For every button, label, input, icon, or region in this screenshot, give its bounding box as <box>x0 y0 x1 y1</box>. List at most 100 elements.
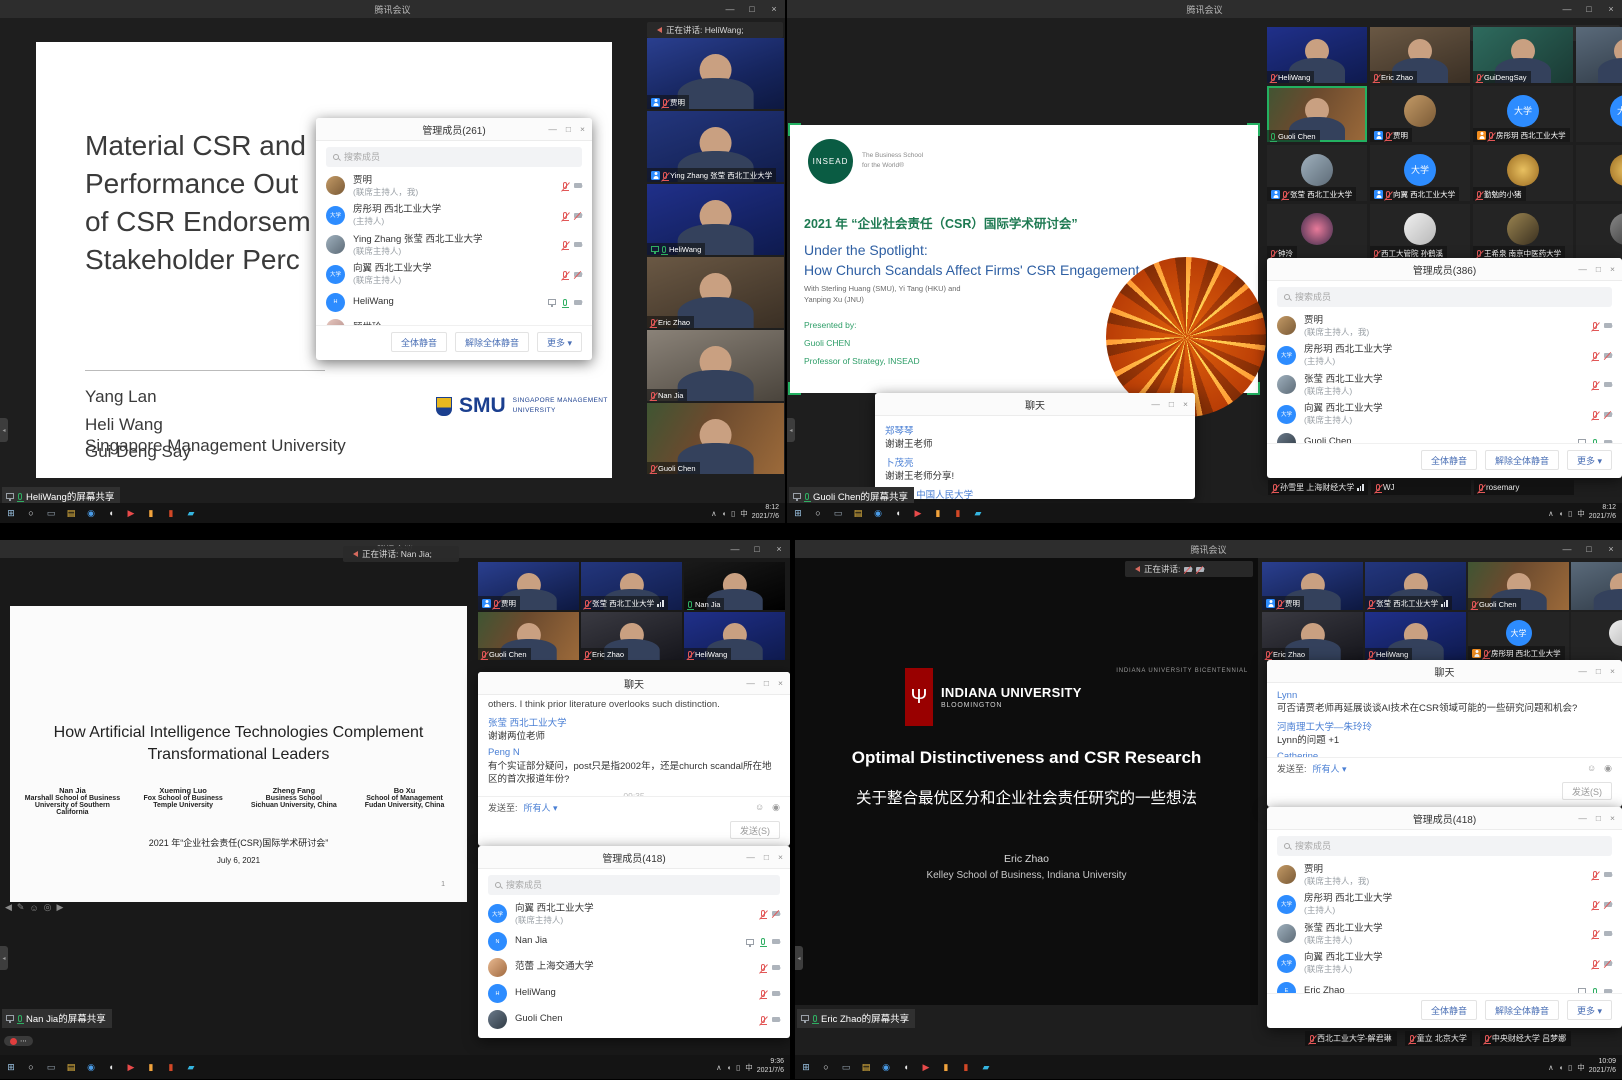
search-icon[interactable]: ○ <box>810 506 826 521</box>
video-tile[interactable]: Eric Zhao <box>581 612 682 660</box>
tray-expand-icon[interactable]: ∧ <box>1548 1063 1554 1072</box>
qq-icon[interactable]: ◖ <box>898 1060 914 1075</box>
chat-messages[interactable]: 郑琴琴 谢谢王老师 卜茂亮 谢谢王老师分享! 王汝曦 中国人民大学 谢谢王老师！ <box>875 416 1195 499</box>
powerpoint-icon[interactable]: ▮ <box>163 506 179 521</box>
camera-icon[interactable] <box>1604 989 1612 993</box>
browser-icon[interactable]: ◉ <box>83 1060 99 1075</box>
camera-off-icon[interactable] <box>1604 353 1612 358</box>
search-input[interactable] <box>1295 292 1605 302</box>
video-tile-label[interactable]: 西北工业大学-解君琳 <box>1305 1031 1397 1046</box>
mic-on-icon[interactable] <box>563 299 567 306</box>
unmute-all-button[interactable]: 解除全体静音 <box>1485 450 1559 470</box>
member-row[interactable]: H HeliWang <box>478 981 790 1007</box>
mic-off-icon[interactable] <box>1593 871 1597 878</box>
maximize-icon[interactable]: □ <box>764 852 769 862</box>
emoji-icon[interactable]: ☺ <box>1587 763 1596 774</box>
unmute-all-button[interactable]: 解除全体静音 <box>455 332 529 352</box>
task-view-icon[interactable]: ▭ <box>43 1060 59 1075</box>
video-tile[interactable]: 贾明 <box>1370 86 1470 142</box>
video-tile[interactable]: HeliWang <box>1365 612 1466 660</box>
sidebar-handle[interactable]: ◂ <box>795 946 803 970</box>
member-row[interactable]: 贾明 (联席主持人，我) <box>1267 311 1622 341</box>
member-row[interactable]: H HeliWang <box>316 289 592 315</box>
mic-off-icon[interactable] <box>761 990 765 997</box>
video-tile[interactable]: 张莹 西北工业大学 <box>1365 562 1466 610</box>
send-to-dropdown[interactable]: 所有人 ▾ <box>1313 762 1347 775</box>
display-icon[interactable]: ▯ <box>1568 1063 1572 1072</box>
notes-icon[interactable]: ▮ <box>930 506 946 521</box>
camera-icon[interactable] <box>1604 931 1612 936</box>
file-explorer-icon[interactable]: ▤ <box>858 1060 874 1075</box>
start-icon[interactable]: ⊞ <box>3 506 19 521</box>
media-player-icon[interactable]: ▶ <box>918 1060 934 1075</box>
member-row[interactable]: Guoli Chen <box>1267 429 1622 443</box>
member-row[interactable]: 贾明 (联席主持人，我) <box>1267 860 1622 890</box>
camera-off-icon[interactable] <box>1604 961 1612 966</box>
browser-icon[interactable]: ◉ <box>878 1060 894 1075</box>
minimize-icon[interactable]: — <box>1578 813 1587 823</box>
camera-icon[interactable] <box>772 939 780 944</box>
camera-icon[interactable] <box>1604 872 1612 877</box>
video-tile[interactable]: HeliWang <box>647 184 784 255</box>
close-icon[interactable]: × <box>1610 264 1615 274</box>
video-tile[interactable]: HeliWang <box>684 612 785 660</box>
mute-all-button[interactable]: 全体静音 <box>391 332 447 352</box>
close-icon[interactable]: × <box>1610 666 1615 676</box>
member-search[interactable] <box>1277 836 1612 856</box>
video-tile[interactable]: HeliWang <box>1267 27 1367 83</box>
video-tile[interactable]: Nan Jia <box>684 562 785 610</box>
display-icon[interactable]: ▯ <box>736 1063 740 1072</box>
minimize-icon[interactable]: — <box>746 678 755 688</box>
task-view-icon[interactable]: ▭ <box>830 506 846 521</box>
powerpoint-icon[interactable]: ▮ <box>163 1060 179 1075</box>
camera-icon[interactable] <box>1604 323 1612 328</box>
notes-icon[interactable]: ▮ <box>143 506 159 521</box>
mic-off-icon[interactable] <box>761 1016 765 1023</box>
member-row[interactable]: 大学 房彤玥 西北工业大学 (主持人) <box>1267 890 1622 920</box>
member-row[interactable]: Ying Zhang 张莹 西北工业大学 (联席主持人) <box>316 230 592 260</box>
maximize-icon[interactable]: □ <box>741 0 763 18</box>
laser-icon[interactable]: ◎ <box>44 902 52 913</box>
file-explorer-icon[interactable]: ▤ <box>63 506 79 521</box>
video-tile[interactable]: Nan Jia <box>647 330 784 401</box>
camera-off-icon[interactable] <box>574 272 582 277</box>
unmute-all-button[interactable]: 解除全体静音 <box>1485 1000 1559 1020</box>
close-icon[interactable]: × <box>778 678 783 688</box>
camera-icon[interactable] <box>772 965 780 970</box>
member-search[interactable] <box>488 875 780 895</box>
video-tile[interactable] <box>1571 612 1622 660</box>
search-input[interactable] <box>344 152 575 162</box>
mic-off-icon[interactable] <box>1593 901 1597 908</box>
volume-icon[interactable]: ◖ <box>722 509 727 518</box>
qq-icon[interactable]: ◖ <box>103 506 119 521</box>
pencil-icon[interactable]: ✎ <box>17 902 25 913</box>
close-icon[interactable]: × <box>1600 0 1622 18</box>
task-view-icon[interactable]: ▭ <box>838 1060 854 1075</box>
qq-icon[interactable]: ◖ <box>103 1060 119 1075</box>
member-row[interactable]: Guoli Chen <box>478 1007 790 1033</box>
prev-arrow-icon[interactable]: ◀ <box>5 902 12 913</box>
member-row[interactable]: 大学 房彤玥 西北工业大学 (主持人) <box>316 201 592 231</box>
minimize-icon[interactable]: — <box>1578 264 1587 274</box>
panel-titlebar[interactable]: 管理成员(386) — □ × <box>1267 258 1622 281</box>
notes-icon[interactable]: ▮ <box>938 1060 954 1075</box>
maximize-icon[interactable]: □ <box>746 540 768 558</box>
camera-icon[interactable] <box>1604 382 1612 387</box>
volume-icon[interactable]: ◖ <box>1559 509 1564 518</box>
tray-expand-icon[interactable]: ∧ <box>1548 509 1554 518</box>
recording-indicator[interactable]: ⋯ <box>4 1036 33 1046</box>
member-row[interactable]: E Eric Zhao <box>1267 978 1622 993</box>
member-row[interactable]: 贾明 (联席主持人，我) <box>316 171 592 201</box>
close-icon[interactable]: × <box>763 0 785 18</box>
close-icon[interactable]: × <box>1600 540 1622 558</box>
mic-off-icon[interactable] <box>1593 381 1597 388</box>
member-row[interactable]: 张莹 西北工业大学 (联席主持人) <box>1267 919 1622 949</box>
member-row[interactable]: 顾世玲 <box>316 315 592 325</box>
maximize-icon[interactable]: □ <box>1596 264 1601 274</box>
member-search[interactable] <box>326 147 582 167</box>
camera-off-icon[interactable] <box>1604 412 1612 417</box>
minimize-icon[interactable]: — <box>719 0 741 18</box>
camera-off-icon[interactable] <box>1604 902 1612 907</box>
mute-all-button[interactable]: 全体静音 <box>1421 450 1477 470</box>
file-explorer-icon[interactable]: ▤ <box>63 1060 79 1075</box>
